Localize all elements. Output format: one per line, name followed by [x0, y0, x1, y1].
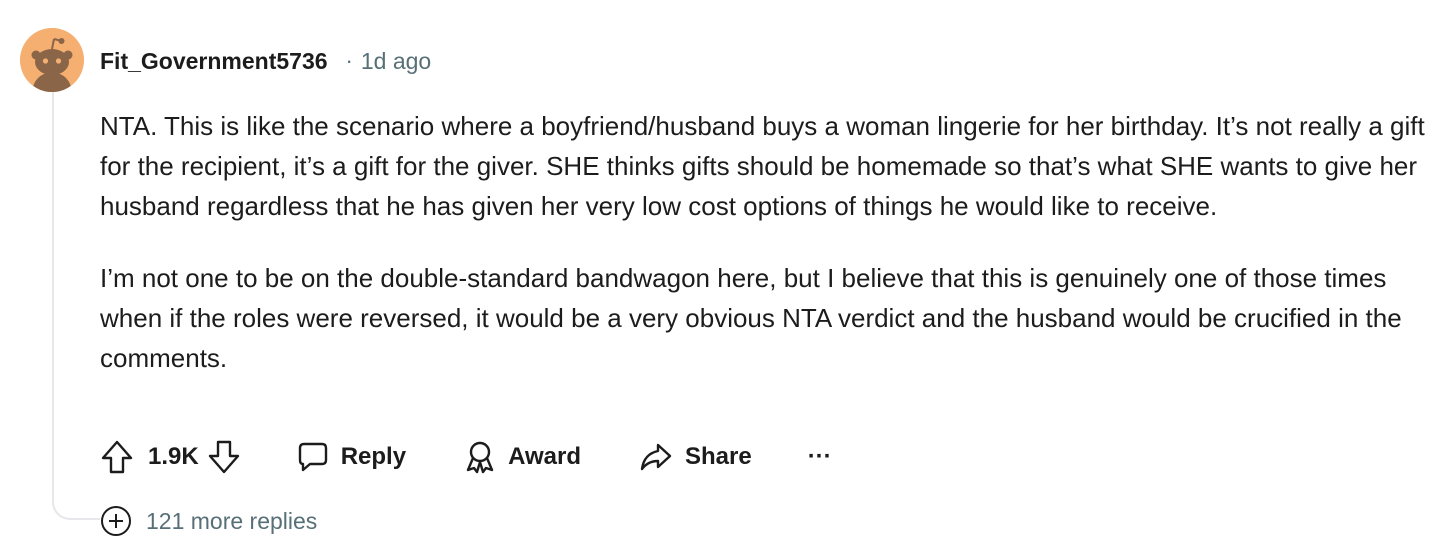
more-replies-link[interactable]: 121 more replies	[100, 504, 317, 538]
plus-circle-icon	[100, 505, 132, 537]
award-label: Award	[508, 443, 581, 470]
more-replies-label: 121 more replies	[146, 507, 318, 534]
comment-paragraph: NTA. This is like the scenario where a b…	[100, 111, 1425, 221]
share-button[interactable]: Share	[639, 442, 752, 472]
more-options-icon: ···	[807, 443, 832, 470]
more-options-button[interactable]: ···	[808, 443, 832, 471]
comment-actions: 1.9K Reply Award Share ···	[100, 436, 832, 478]
share-arrow-icon	[640, 443, 672, 471]
username-link[interactable]: Fit_Government5736	[100, 48, 328, 75]
share-label: Share	[684, 443, 752, 470]
comment-paragraph: I’m not one to be on the double-standard…	[100, 263, 1402, 373]
vote-group: 1.9K	[100, 439, 241, 475]
award-ribbon-icon	[466, 441, 494, 474]
avatar[interactable]	[20, 28, 84, 92]
thread-line	[52, 92, 104, 520]
comment-body: NTA. This is like the scenario where a b…	[100, 106, 1430, 378]
vote-count: 1.9K	[148, 443, 199, 470]
speech-bubble-icon	[298, 442, 327, 472]
downvote-button[interactable]	[207, 439, 241, 475]
comment-header: Fit_Government5736 · 1d ago	[100, 46, 431, 76]
award-button[interactable]: Award	[464, 440, 581, 474]
reply-label: Reply	[340, 443, 407, 470]
meta-separator: ·	[345, 48, 353, 73]
upvote-button[interactable]	[100, 439, 134, 475]
reply-button[interactable]: Reply	[297, 441, 406, 473]
arrow-down-icon	[208, 440, 239, 474]
timestamp[interactable]: 1d ago	[361, 48, 431, 75]
snoo-avatar-icon	[20, 28, 84, 92]
arrow-up-icon	[101, 440, 133, 474]
